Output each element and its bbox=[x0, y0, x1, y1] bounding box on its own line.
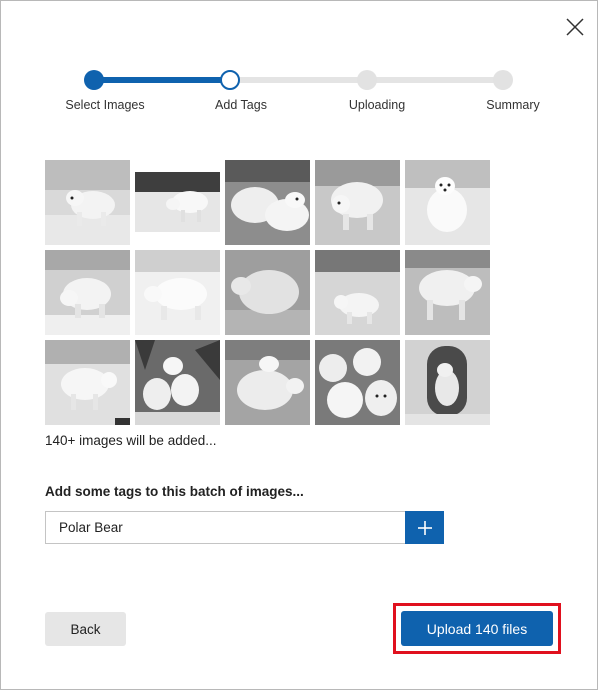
image-thumbnail bbox=[405, 160, 490, 245]
image-thumbnail bbox=[315, 160, 400, 245]
close-button[interactable] bbox=[561, 13, 589, 41]
back-button[interactable]: Back bbox=[45, 612, 126, 646]
step-dot-summary bbox=[493, 70, 513, 90]
upload-dialog: Select Images Add Tags Uploading Summary bbox=[0, 0, 598, 690]
image-thumbnail bbox=[405, 250, 490, 335]
step-dot-uploading bbox=[357, 70, 377, 90]
tags-heading: Add some tags to this batch of images... bbox=[45, 484, 304, 499]
progress-stepper: Select Images Add Tags Uploading Summary bbox=[1, 61, 598, 121]
tag-input[interactable] bbox=[45, 511, 406, 544]
image-thumbnail bbox=[315, 340, 400, 425]
image-grid bbox=[45, 160, 490, 425]
step-label-uploading: Uploading bbox=[348, 98, 406, 112]
image-thumbnail bbox=[45, 340, 130, 425]
step-label-select-images: Select Images bbox=[65, 98, 145, 112]
image-thumbnail bbox=[45, 160, 130, 245]
step-label-add-tags: Add Tags bbox=[215, 98, 267, 112]
stepper-track-complete bbox=[94, 77, 230, 83]
image-thumbnail bbox=[225, 340, 310, 425]
upload-button[interactable]: Upload 140 files bbox=[401, 611, 553, 646]
image-thumbnail bbox=[225, 160, 310, 245]
image-thumbnail bbox=[45, 250, 130, 335]
step-dot-select-images bbox=[84, 70, 104, 90]
image-count-text: 140+ images will be added... bbox=[45, 433, 217, 448]
add-tag-button[interactable] bbox=[405, 511, 444, 544]
step-dot-add-tags bbox=[220, 70, 240, 90]
image-thumbnail bbox=[135, 160, 220, 245]
image-thumbnail bbox=[225, 250, 310, 335]
image-thumbnail bbox=[315, 250, 400, 335]
close-icon[interactable] bbox=[566, 18, 584, 36]
image-thumbnail bbox=[135, 250, 220, 335]
step-label-summary: Summary bbox=[486, 98, 540, 112]
image-thumbnail bbox=[135, 340, 220, 425]
image-thumbnail bbox=[405, 340, 490, 425]
plus-icon[interactable] bbox=[417, 520, 433, 536]
